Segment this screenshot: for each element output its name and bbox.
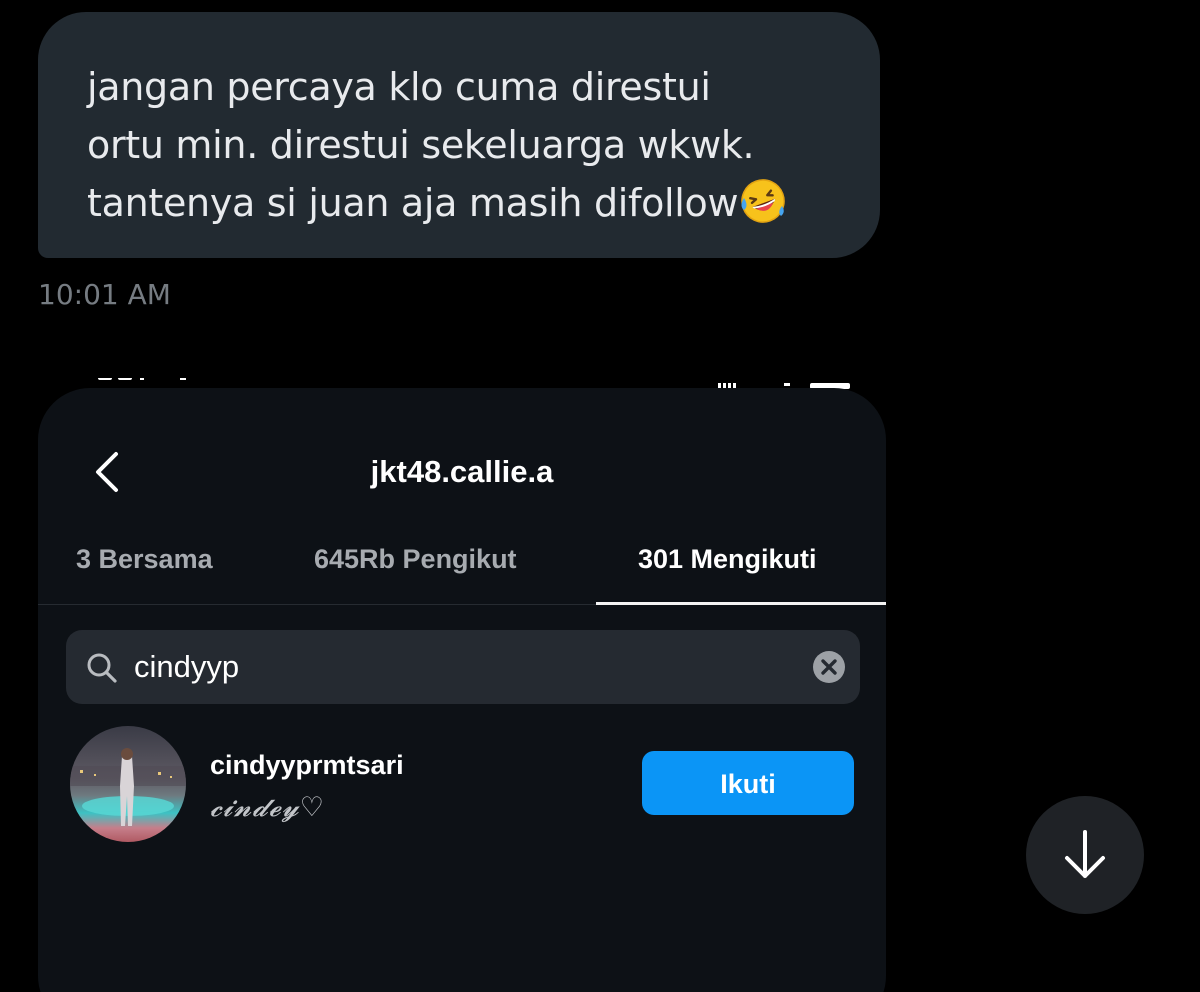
laughing-emoji-icon xyxy=(740,178,786,224)
message-timestamp: 10:01 AM xyxy=(38,278,171,311)
profile-username-title: jkt48.callie.a xyxy=(370,454,554,489)
result-display-name: 𝓬𝓲𝓷𝓭𝓮𝔂♡ xyxy=(210,792,325,823)
message-bubble[interactable]: jangan percaya klo cuma direstui ortu mi… xyxy=(38,12,880,258)
avatar[interactable] xyxy=(70,726,186,842)
follow-button[interactable]: Ikuti xyxy=(642,751,854,815)
tab-followers[interactable]: 645Rb Pengikut xyxy=(314,544,517,575)
search-input[interactable] xyxy=(134,646,774,688)
clear-icon[interactable] xyxy=(812,650,846,684)
message-line-2: ortu min. direstui sekeluarga wkwk. xyxy=(87,123,755,167)
arrow-down-icon xyxy=(1065,830,1105,878)
message-line-1: jangan percaya klo cuma direstui xyxy=(87,65,711,109)
message-text: jangan percaya klo cuma direstui ortu mi… xyxy=(87,58,840,232)
scroll-to-bottom-button[interactable] xyxy=(1026,796,1144,914)
active-tab-indicator xyxy=(596,602,886,605)
message-line-3: tantenya si juan aja masih difollow xyxy=(87,181,739,225)
search-bar[interactable] xyxy=(66,630,860,704)
result-username[interactable]: cindyyprmtsari xyxy=(210,750,404,781)
embedded-screenshot[interactable]: jkt48.callie.a 3 Bersama 645Rb Pengikut … xyxy=(38,388,886,992)
status-icons-fragment xyxy=(718,378,850,389)
tab-following[interactable]: 301 Mengikuti xyxy=(638,544,817,575)
tab-mutual[interactable]: 3 Bersama xyxy=(76,544,213,575)
chat-view: jangan percaya klo cuma direstui ortu mi… xyxy=(0,0,1200,992)
search-icon xyxy=(86,652,118,684)
